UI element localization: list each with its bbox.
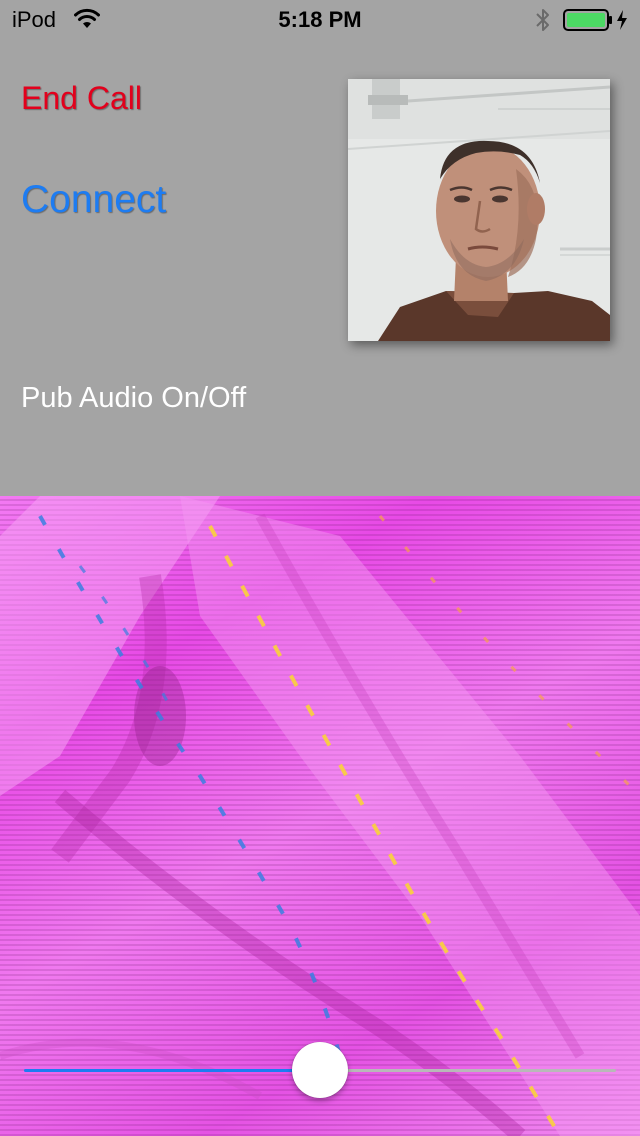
- subscriber-video-view: [0, 496, 640, 1136]
- connect-button[interactable]: Connect: [21, 178, 166, 222]
- bluetooth-icon: [535, 6, 551, 34]
- battery-icon: [563, 9, 613, 31]
- slider-track-empty: [320, 1069, 616, 1072]
- slider-thumb[interactable]: [292, 1042, 348, 1098]
- publisher-video-preview: [348, 79, 610, 341]
- status-bar: iPod 5:18 PM: [0, 0, 640, 40]
- audio-volume-slider[interactable]: [24, 1042, 616, 1098]
- pub-audio-toggle[interactable]: Pub Audio On/Off: [21, 382, 246, 415]
- slider-track-filled: [24, 1069, 320, 1072]
- end-call-button[interactable]: End Call: [21, 80, 142, 117]
- charging-bolt-icon: [616, 9, 628, 31]
